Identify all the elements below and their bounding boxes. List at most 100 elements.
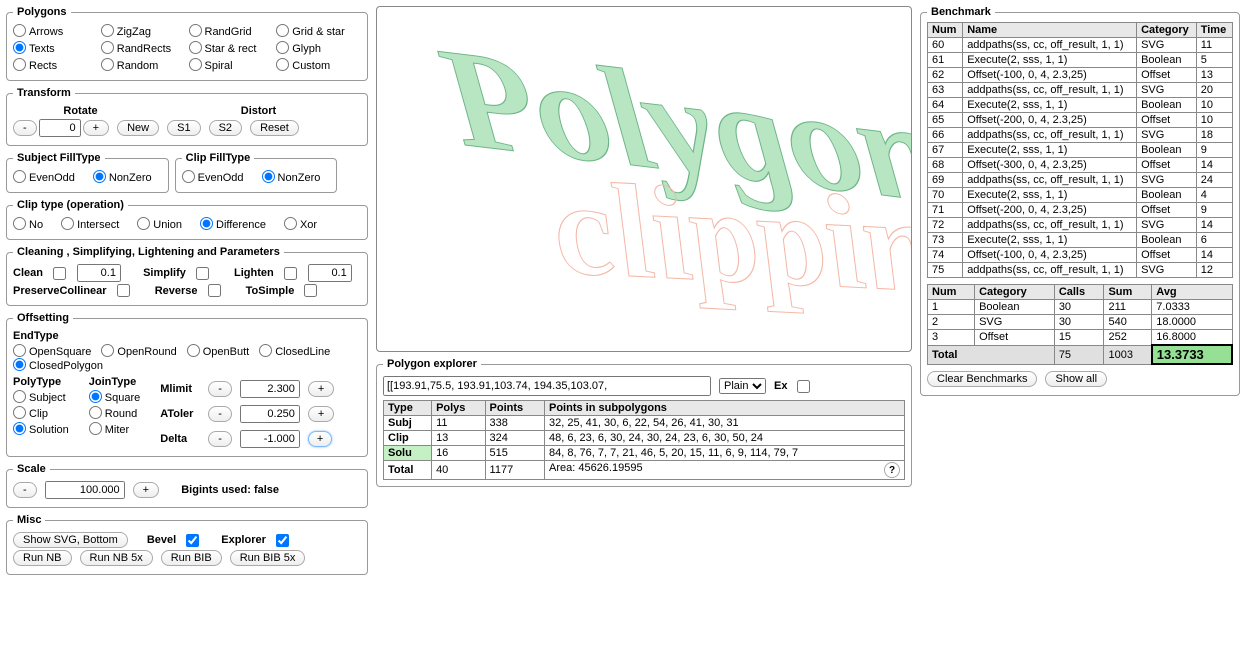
subject-filltype-legend: Subject FillType — [13, 152, 105, 164]
rotate-minus-button[interactable]: - — [13, 120, 37, 136]
polygon-radio-custom[interactable]: Custom — [276, 58, 351, 72]
ex-checkbox[interactable] — [797, 380, 810, 393]
jointype-label: JoinType — [89, 376, 136, 388]
atoler-plus-button[interactable]: + — [308, 406, 334, 422]
run-bib-button[interactable]: Run BIB — [161, 550, 222, 566]
endtype-radio-closedline[interactable]: ClosedLine — [259, 346, 330, 358]
table-row: Total401177Area: 45626.19595? — [384, 461, 905, 480]
scale-minus-button[interactable]: - — [13, 482, 37, 498]
cliptype-radio-xor[interactable]: Xor — [284, 217, 317, 231]
bevel-checkbox[interactable] — [186, 534, 199, 547]
polygon-radio-arrows[interactable]: Arrows — [13, 24, 88, 38]
table-row: 3Offset1525216.8000 — [928, 330, 1233, 346]
table-row: 70Execute(2, sss, 1, 1)Boolean4 — [928, 188, 1233, 203]
polygon-radio-randrects[interactable]: RandRects — [101, 41, 176, 55]
cliptype-radio-union[interactable]: Union — [137, 217, 182, 231]
endtype-radio-closedpolygon[interactable]: ClosedPolygon — [13, 360, 103, 372]
reset-button[interactable]: Reset — [250, 120, 299, 136]
clean-checkbox[interactable] — [53, 267, 66, 280]
mlimit-plus-button[interactable]: + — [308, 381, 334, 397]
clear-benchmarks-button[interactable]: Clear Benchmarks — [927, 371, 1037, 387]
subjft-radio-evenodd[interactable]: EvenOdd — [13, 170, 75, 184]
jointype-radio-square[interactable]: Square — [89, 390, 140, 404]
endtype-radio-opensquare[interactable]: OpenSquare — [13, 346, 91, 358]
jointype-radio-miter[interactable]: Miter — [89, 422, 140, 436]
new-button[interactable]: New — [117, 120, 159, 136]
clean-input[interactable] — [77, 264, 121, 282]
polygons-group: Polygons ArrowsZigZagRandGridGrid & star… — [6, 6, 368, 81]
simplify-checkbox[interactable] — [196, 267, 209, 280]
run-nb-button[interactable]: Run NB — [13, 550, 72, 566]
explorer-header: Points in subpolygons — [544, 401, 904, 416]
polytype-radio-clip[interactable]: Clip — [13, 406, 69, 420]
show-all-button[interactable]: Show all — [1045, 371, 1107, 387]
delta-label: Delta — [160, 433, 200, 445]
polygon-radio-glyph[interactable]: Glyph — [276, 41, 351, 55]
table-row: 66addpaths(ss, cc, off_result, 1, 1)SVG1… — [928, 128, 1233, 143]
transform-legend: Transform — [13, 87, 75, 99]
lighten-checkbox[interactable] — [284, 267, 297, 280]
run-bib-5x-button[interactable]: Run BIB 5x — [230, 550, 306, 566]
lighten-input[interactable] — [308, 264, 352, 282]
atoler-minus-button[interactable]: - — [208, 406, 232, 422]
polygon-radio-star-rect[interactable]: Star & rect — [189, 41, 264, 55]
mlimit-input[interactable] — [240, 380, 300, 398]
scale-plus-button[interactable]: + — [133, 482, 159, 498]
polygon-radio-randgrid[interactable]: RandGrid — [189, 24, 264, 38]
clipft-radio-evenodd[interactable]: EvenOdd — [182, 170, 244, 184]
rotate-input[interactable] — [39, 119, 81, 137]
s2-button[interactable]: S2 — [209, 120, 242, 136]
offsetting-legend: Offsetting — [13, 312, 73, 324]
show-svg-button[interactable]: Show SVG, Bottom — [13, 532, 128, 548]
polygon-radio-random[interactable]: Random — [101, 58, 176, 72]
table-row: 61Execute(2, sss, 1, 1)Boolean5 — [928, 53, 1233, 68]
summary-header: Num — [928, 285, 975, 300]
polygon-radio-rects[interactable]: Rects — [13, 58, 88, 72]
misc-legend: Misc — [13, 514, 45, 526]
table-row: 63addpaths(ss, cc, off_result, 1, 1)SVG2… — [928, 83, 1233, 98]
benchmark-summary-table: NumCategoryCallsSumAvg 1Boolean302117.03… — [927, 284, 1233, 365]
preserve-label: PreserveCollinear — [13, 285, 107, 297]
reverse-checkbox[interactable] — [208, 284, 221, 297]
polygon-canvas[interactable]: Polygon clipping — [376, 6, 912, 352]
offsetting-group: Offsetting EndType OpenSquare OpenRound Op… — [6, 312, 368, 457]
explorer-header: Polys — [432, 401, 485, 416]
run-nb-5x-button[interactable]: Run NB 5x — [80, 550, 153, 566]
cliptype-radio-no[interactable]: No — [13, 217, 43, 231]
endtype-radio-openbutt[interactable]: OpenButt — [187, 346, 249, 358]
cliptype-radio-intersect[interactable]: Intersect — [61, 217, 119, 231]
explorer-checkbox[interactable] — [276, 534, 289, 547]
format-select[interactable]: Plain — [719, 378, 766, 394]
mlimit-minus-button[interactable]: - — [208, 381, 232, 397]
transform-group: Transform Rotate Distort - + New S1 S2 R… — [6, 87, 368, 146]
polygon-radio-spiral[interactable]: Spiral — [189, 58, 264, 72]
scale-input[interactable] — [45, 481, 125, 499]
atoler-input[interactable] — [240, 405, 300, 423]
polygon-data-input[interactable] — [383, 376, 711, 396]
subjft-radio-nonzero[interactable]: NonZero — [93, 170, 152, 184]
table-row: 64Execute(2, sss, 1, 1)Boolean10 — [928, 98, 1233, 113]
delta-minus-button[interactable]: - — [208, 431, 232, 447]
cliptype-radio-difference[interactable]: Difference — [200, 217, 266, 231]
jointype-radio-round[interactable]: Round — [89, 406, 140, 420]
explorer-header: Type — [384, 401, 432, 416]
delta-plus-button[interactable]: + — [308, 431, 332, 447]
polytype-radio-solution[interactable]: Solution — [13, 422, 69, 436]
polygon-radio-zigzag[interactable]: ZigZag — [101, 24, 176, 38]
endtype-label: EndType — [13, 330, 59, 342]
rotate-plus-button[interactable]: + — [83, 120, 109, 136]
polytype-radio-subject[interactable]: Subject — [13, 390, 69, 404]
tosimple-checkbox[interactable] — [304, 284, 317, 297]
preserve-checkbox[interactable] — [117, 284, 130, 297]
polygon-radio-texts[interactable]: Texts — [13, 41, 88, 55]
delta-input[interactable] — [240, 430, 300, 448]
clipft-radio-nonzero[interactable]: NonZero — [262, 170, 321, 184]
clean-label: Clean — [13, 267, 43, 279]
endtype-radio-openround[interactable]: OpenRound — [101, 346, 176, 358]
help-icon[interactable]: ? — [884, 462, 900, 478]
summary-header: Avg — [1152, 285, 1232, 300]
benchmark-table: NumNameCategoryTime 60addpaths(ss, cc, o… — [927, 22, 1233, 278]
polygon-radio-grid-star[interactable]: Grid & star — [276, 24, 351, 38]
s1-button[interactable]: S1 — [167, 120, 200, 136]
misc-group: Misc Show SVG, Bottom Bevel Explorer Run… — [6, 514, 368, 575]
